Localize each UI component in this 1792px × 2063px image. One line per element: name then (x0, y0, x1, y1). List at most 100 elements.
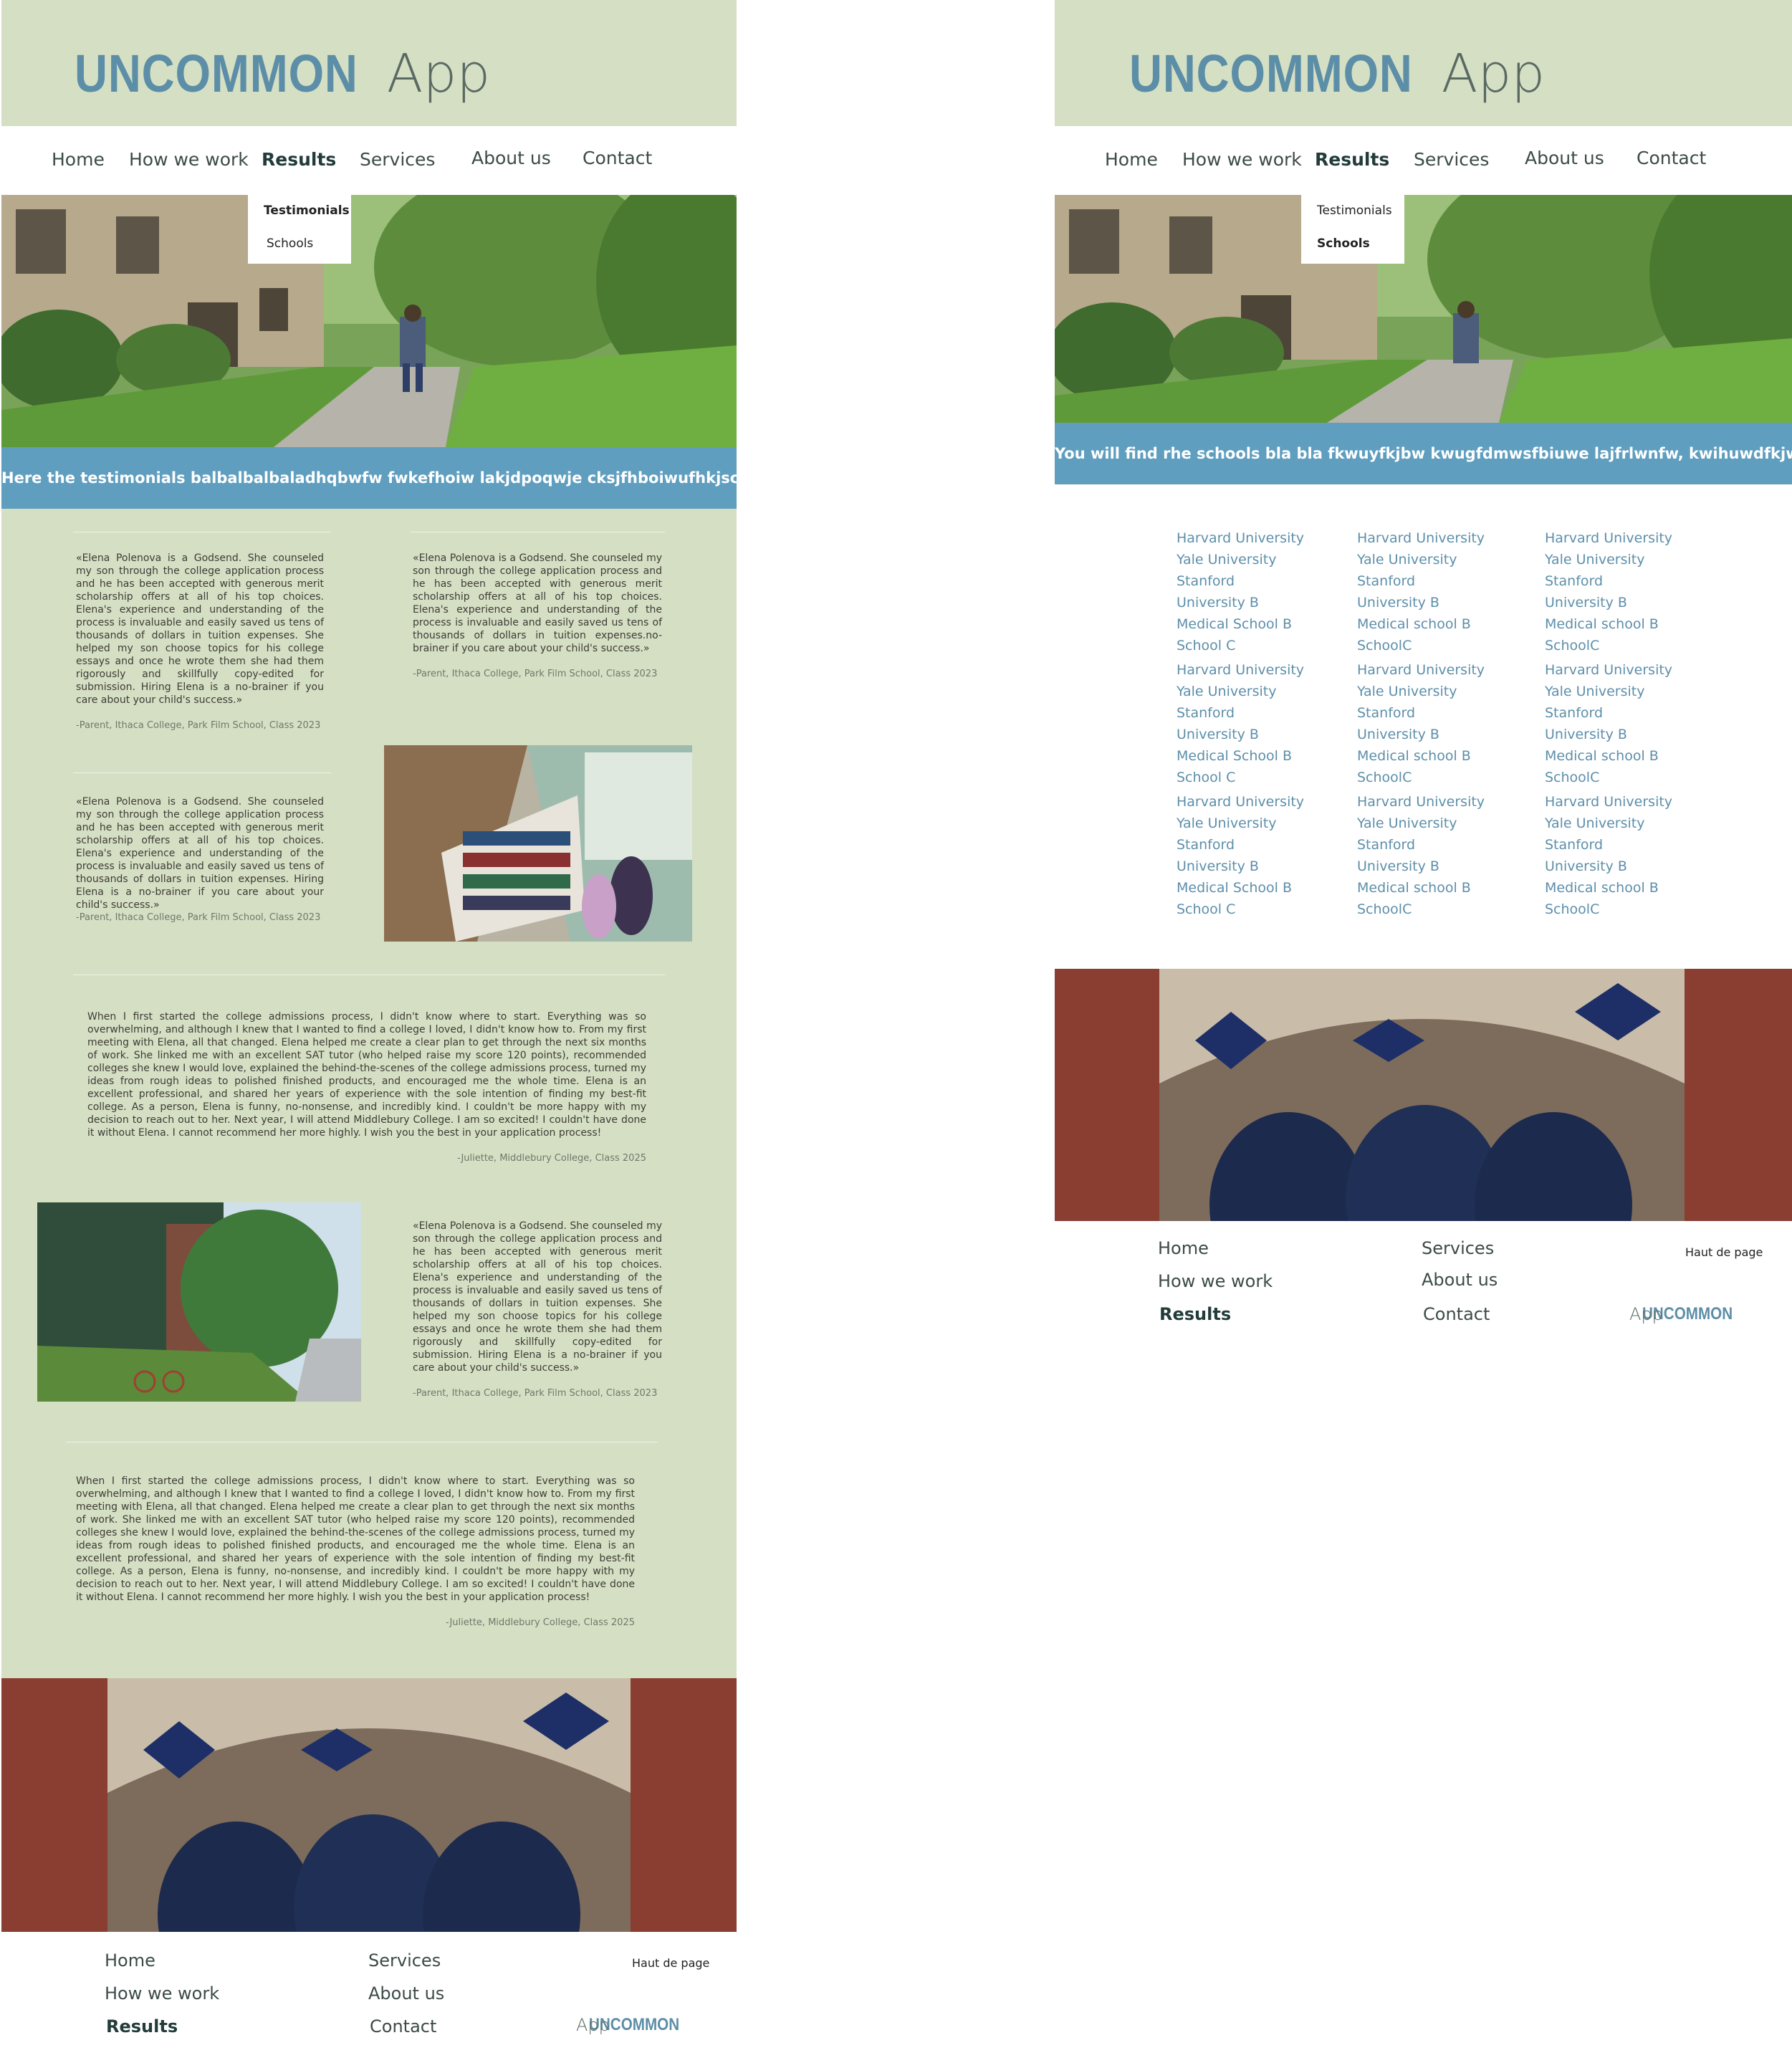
school-link[interactable]: Stanford (1357, 570, 1485, 592)
school-link[interactable]: School C (1177, 635, 1304, 656)
school-link[interactable]: Medical school B (1357, 613, 1485, 635)
school-link[interactable]: Medical School B (1177, 877, 1304, 899)
school-link[interactable]: SchoolC (1357, 635, 1485, 656)
school-link[interactable]: Harvard University (1177, 791, 1304, 813)
school-link[interactable]: Medical school B (1357, 877, 1485, 899)
nav-results[interactable]: Results (1315, 149, 1389, 170)
school-link[interactable]: Harvard University (1357, 527, 1485, 549)
school-link[interactable]: Medical school B (1545, 613, 1672, 635)
school-link[interactable]: Yale University (1177, 549, 1304, 570)
nav-contact[interactable]: Contact (583, 148, 652, 168)
schools-page: UNCOMMON App Home How we work Results Se… (1055, 0, 1792, 1347)
testimonials-banner: Here the testimonials balbalbalbaladhqbw… (1, 447, 737, 509)
school-link[interactable]: Harvard University (1545, 527, 1672, 549)
school-link[interactable]: School C (1177, 899, 1304, 920)
school-link[interactable]: Medical school B (1545, 745, 1672, 767)
school-link[interactable]: Stanford (1177, 834, 1304, 856)
dropdown-testimonials[interactable]: Testimonials (264, 204, 350, 218)
school-link[interactable]: University B (1177, 724, 1304, 745)
school-link[interactable]: Harvard University (1177, 659, 1304, 681)
school-link[interactable]: University B (1177, 856, 1304, 877)
school-link[interactable]: Yale University (1177, 813, 1304, 834)
school-link[interactable]: Stanford (1357, 702, 1485, 724)
school-link[interactable]: Yale University (1177, 681, 1304, 702)
school-link[interactable]: University B (1545, 724, 1672, 745)
school-link[interactable]: Harvard University (1357, 791, 1485, 813)
school-link[interactable]: SchoolC (1545, 767, 1672, 788)
school-link[interactable]: University B (1545, 592, 1672, 613)
school-link[interactable]: Harvard University (1357, 659, 1485, 681)
nav-home[interactable]: Home (52, 149, 105, 170)
school-link[interactable]: Yale University (1357, 549, 1485, 570)
nav-how-we-work[interactable]: How we work (1182, 149, 1302, 170)
back-to-top-link[interactable]: Haut de page (632, 1956, 709, 1970)
school-link[interactable]: Medical school B (1545, 877, 1672, 899)
school-link[interactable]: Stanford (1545, 702, 1672, 724)
school-link[interactable]: Medical School B (1177, 613, 1304, 635)
footer-results[interactable]: Results (106, 2016, 178, 2036)
school-link[interactable]: University B (1177, 592, 1304, 613)
nav-how-we-work[interactable]: How we work (129, 149, 249, 170)
site-logo[interactable]: UNCOMMON App (75, 42, 490, 106)
footer-contact[interactable]: Contact (370, 2016, 436, 2036)
testimonial-attribution: -Parent, Ithaca College, Park Film Schoo… (413, 1388, 658, 1399)
site-header: UNCOMMON App (1, 0, 737, 126)
school-link[interactable]: Stanford (1357, 834, 1485, 856)
footer-about-us[interactable]: About us (368, 1983, 444, 2004)
schools-banner: You will find rhe schools bla bla fkwuyf… (1055, 423, 1792, 484)
school-link[interactable]: SchoolC (1357, 899, 1485, 920)
school-link[interactable]: SchoolC (1357, 767, 1485, 788)
nav-contact[interactable]: Contact (1637, 148, 1706, 168)
school-link[interactable]: SchoolC (1545, 899, 1672, 920)
school-link[interactable]: University B (1357, 856, 1485, 877)
school-link[interactable]: Yale University (1545, 549, 1672, 570)
testimonials-body: «Elena Polenova is a Godsend. She counse… (1, 509, 737, 1678)
footer-services[interactable]: Services (1422, 1238, 1494, 1258)
nav-results[interactable]: Results (262, 149, 336, 170)
footer-home[interactable]: Home (1158, 1238, 1209, 1258)
school-link[interactable]: Yale University (1545, 681, 1672, 702)
footer-results[interactable]: Results (1159, 1304, 1231, 1324)
school-link[interactable]: SchoolC (1545, 635, 1672, 656)
school-link[interactable]: University B (1357, 724, 1485, 745)
school-link[interactable]: Stanford (1545, 834, 1672, 856)
school-link[interactable]: School C (1177, 767, 1304, 788)
footer-home[interactable]: Home (105, 1950, 155, 1971)
footer-services[interactable]: Services (368, 1950, 441, 1971)
nav-about-us[interactable]: About us (1525, 148, 1604, 168)
footer-how-we-work[interactable]: How we work (1158, 1271, 1273, 1291)
site-logo[interactable]: UNCOMMON App (1129, 42, 1545, 106)
dropdown-schools[interactable]: Schools (1317, 236, 1370, 251)
school-link[interactable]: Medical school B (1357, 745, 1485, 767)
back-to-top-link[interactable]: Haut de page (1685, 1245, 1763, 1259)
campus-building-photo (37, 1202, 361, 1402)
school-link[interactable]: Harvard University (1545, 791, 1672, 813)
dropdown-schools[interactable]: Schools (267, 236, 313, 251)
school-link[interactable]: Stanford (1177, 570, 1304, 592)
school-link[interactable]: Yale University (1545, 813, 1672, 834)
nav-home[interactable]: Home (1105, 149, 1158, 170)
footer-how-we-work[interactable]: How we work (105, 1983, 219, 2004)
schools-list: Harvard University Yale University Stanf… (1055, 484, 1792, 969)
nav-services[interactable]: Services (360, 149, 435, 170)
site-header: UNCOMMON App (1055, 0, 1792, 126)
school-link[interactable]: Harvard University (1177, 527, 1304, 549)
testimonial-attribution: -Parent, Ithaca College, Park Film Schoo… (413, 669, 658, 679)
school-link[interactable]: Harvard University (1545, 659, 1672, 681)
school-link[interactable]: University B (1357, 592, 1485, 613)
school-link[interactable]: Medical School B (1177, 745, 1304, 767)
school-link[interactable]: Yale University (1357, 813, 1485, 834)
school-link[interactable]: Stanford (1545, 570, 1672, 592)
school-link[interactable]: University B (1545, 856, 1672, 877)
school-link[interactable]: Yale University (1357, 681, 1485, 702)
schools-column: Harvard University Yale University Stanf… (1177, 527, 1304, 920)
library-photo (384, 745, 692, 942)
school-link[interactable]: Stanford (1177, 702, 1304, 724)
testimonial-quote: «Elena Polenova is a Godsend. She counse… (76, 552, 324, 706)
site-footer: Home How we work Results Services About … (1055, 1221, 1792, 1347)
nav-about-us[interactable]: About us (471, 148, 551, 168)
dropdown-testimonials[interactable]: Testimonials (1317, 204, 1392, 218)
footer-about-us[interactable]: About us (1422, 1270, 1498, 1290)
nav-services[interactable]: Services (1414, 149, 1489, 170)
footer-contact[interactable]: Contact (1423, 1304, 1490, 1324)
